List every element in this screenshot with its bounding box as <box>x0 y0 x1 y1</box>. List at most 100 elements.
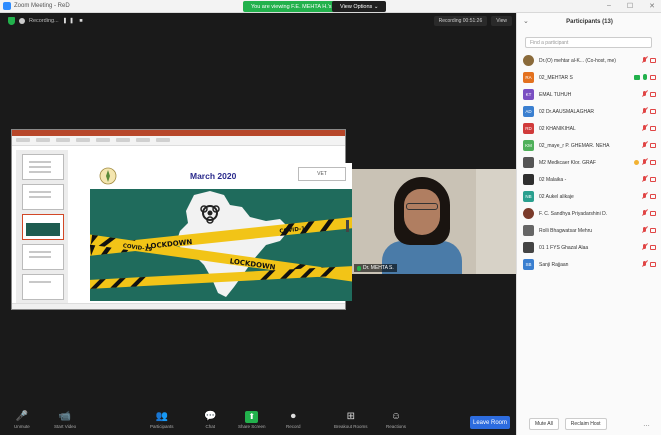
participant-row[interactable]: KM 02_maye_r P. GHEMAR. NEHA <box>517 137 661 154</box>
reactions-button[interactable]: ☺ Reactions <box>386 411 406 429</box>
ppt-ribbon <box>12 136 345 146</box>
participant-video-tile[interactable]: Dr. MEHTA S. <box>352 169 516 274</box>
participant-name: 02 Aukel alikaje <box>539 193 574 200</box>
participant-name: 02 Malaika - <box>539 176 567 183</box>
participant-name: 01 1 FYS Ghazal Alaa <box>539 244 589 251</box>
cam-off-icon <box>650 109 656 114</box>
breakout-rooms-icon: ⊞ <box>346 411 355 422</box>
split-resize-handle[interactable] <box>346 220 349 232</box>
participant-search-input[interactable]: Find a participant <box>525 37 652 48</box>
mic-off-icon <box>642 57 647 63</box>
participants-button[interactable]: 👥 Participants <box>150 411 174 429</box>
reactions-icon: ☺ <box>390 411 402 422</box>
participant-row[interactable]: NB 02 Aukel alikaje <box>517 188 661 205</box>
avatar <box>523 208 534 219</box>
mic-off-icon <box>642 261 647 267</box>
share-screen-button[interactable]: ⬆ Share Screen <box>238 411 266 429</box>
participant-status-icons <box>642 244 656 250</box>
close-icon[interactable]: ✕ <box>649 2 655 10</box>
mic-off-icon <box>642 91 647 97</box>
breakout-rooms-button[interactable]: ⊞ Breakout Rooms <box>334 411 368 429</box>
shared-screen-powerpoint[interactable]: March 2020 VET LOCKDOWN LOCKDOWN COVID-1… <box>11 129 352 310</box>
video-camera-icon: 📹 <box>58 411 72 422</box>
participant-status-icons <box>642 91 656 97</box>
participant-status-icons <box>634 159 656 165</box>
window-titlebar: Zoom Meeting - ReD You are viewing F.E. … <box>0 0 661 13</box>
cam-off-icon <box>650 245 656 250</box>
leave-room-button[interactable]: Leave Room <box>470 416 510 429</box>
slide-thumbnails <box>16 150 68 305</box>
slide-thumbnail <box>22 184 64 210</box>
mic-off-icon <box>642 142 647 148</box>
mic-on-icon <box>643 74 647 80</box>
ppt-statusbar <box>12 303 345 309</box>
avatar <box>523 157 534 168</box>
stage-top-right: Recording 00:51:26 View <box>433 16 512 26</box>
slide-header: March 2020 VET <box>90 163 352 189</box>
cam-off-icon <box>650 75 656 80</box>
recording-indicator: Recording... ❚❚ ■ <box>8 17 85 25</box>
cam-off-icon <box>650 194 656 199</box>
panel-footer: Mute All Reclaim Host … <box>517 413 661 435</box>
recording-controls[interactable]: ❚❚ ■ <box>63 18 85 24</box>
mic-icon <box>357 265 361 271</box>
avatar <box>523 225 534 236</box>
recording-label: Recording... <box>29 18 59 24</box>
participant-row[interactable]: M2 Medkcaer Klor. GRAF <box>517 154 661 171</box>
participant-row[interactable]: RD 02 KHANIKIHAL <box>517 120 661 137</box>
participant-status-icons <box>642 57 656 63</box>
recording-time-badge: Recording 00:51:26 <box>433 16 488 26</box>
unmute-button[interactable]: 🎤 Unmute <box>14 411 30 429</box>
participant-status-icons <box>642 210 656 216</box>
slide-emblem-icon <box>99 167 117 185</box>
mic-off-icon <box>642 176 647 182</box>
participant-row[interactable]: 01 1 FYS Ghazal Alaa <box>517 239 661 256</box>
avatar: RD <box>523 123 534 134</box>
participant-name: EMAL TUHUH <box>539 91 572 98</box>
participant-name: M2 Medkcaer Klor. GRAF <box>539 159 596 166</box>
avatar <box>523 174 534 185</box>
participant-row[interactable]: F. C. Sandhya Priyadarshini D. <box>517 205 661 222</box>
mic-off-icon <box>642 108 647 114</box>
participant-row[interactable]: KT EMAL TUHUH <box>517 86 661 103</box>
participant-status-icons <box>642 193 656 199</box>
maximize-icon[interactable]: ☐ <box>627 2 633 10</box>
start-video-button[interactable]: 📹 Start Video <box>54 411 76 429</box>
reclaim-host-button[interactable]: Reclaim Host <box>564 418 607 430</box>
participant-row[interactable]: Rolli Bhagwatsar Mehru <box>517 222 661 239</box>
avatar <box>523 242 534 253</box>
chat-button[interactable]: 💬 Chat <box>204 411 216 429</box>
minimize-icon[interactable]: – <box>607 2 611 10</box>
meeting-toolbar: 🎤 Unmute 📹 Start Video 👥 Participants 💬 … <box>0 409 516 435</box>
share-screen-icon: ⬆ <box>245 411 259 423</box>
india-lockdown-illustration: LOCKDOWN LOCKDOWN COVID-19 COVID-19 <box>90 191 352 297</box>
participant-name: Rolli Bhagwatsar Mehru <box>539 227 593 234</box>
cam-off-icon <box>650 143 656 148</box>
participant-row[interactable]: 02 Malaika - <box>517 171 661 188</box>
avatar: NB <box>523 191 534 202</box>
participant-row[interactable]: AD 02 Dr.AAUSMALAGHAR <box>517 103 661 120</box>
view-options-button[interactable]: View Options ⌄ <box>332 1 387 12</box>
cam-off-icon <box>650 126 656 131</box>
chevron-down-icon[interactable]: ⌄ <box>523 17 529 25</box>
cam-off-icon <box>650 211 656 216</box>
mic-off-icon <box>642 193 647 199</box>
participant-name: Sanji Rajjaan <box>539 261 569 268</box>
mute-all-button[interactable]: Mute All <box>529 418 559 430</box>
participant-row[interactable]: SB Sanji Rajjaan <box>517 256 661 273</box>
participant-status-icons <box>642 108 656 114</box>
security-shield-icon[interactable] <box>8 17 15 25</box>
record-button[interactable]: ⏺ Record <box>286 411 301 429</box>
participant-name: 02 KHANIKIHAL <box>539 125 576 132</box>
participant-name: 02_maye_r P. GHEMAR. NEHA <box>539 142 610 149</box>
mic-off-icon <box>642 210 647 216</box>
view-button[interactable]: View <box>491 16 512 26</box>
participant-row[interactable]: Dr.(O) mehtar al-K... (Co-host, me) <box>517 52 661 69</box>
microphone-icon: 🎤 <box>15 411 29 422</box>
participant-status-icons <box>642 227 656 233</box>
avatar: SB <box>523 259 534 270</box>
avatar <box>523 55 534 66</box>
more-options-icon[interactable]: … <box>643 421 650 428</box>
participant-row[interactable]: RA 02_MEHTAR S <box>517 69 661 86</box>
video-name-tag: Dr. MEHTA S. <box>354 264 397 272</box>
